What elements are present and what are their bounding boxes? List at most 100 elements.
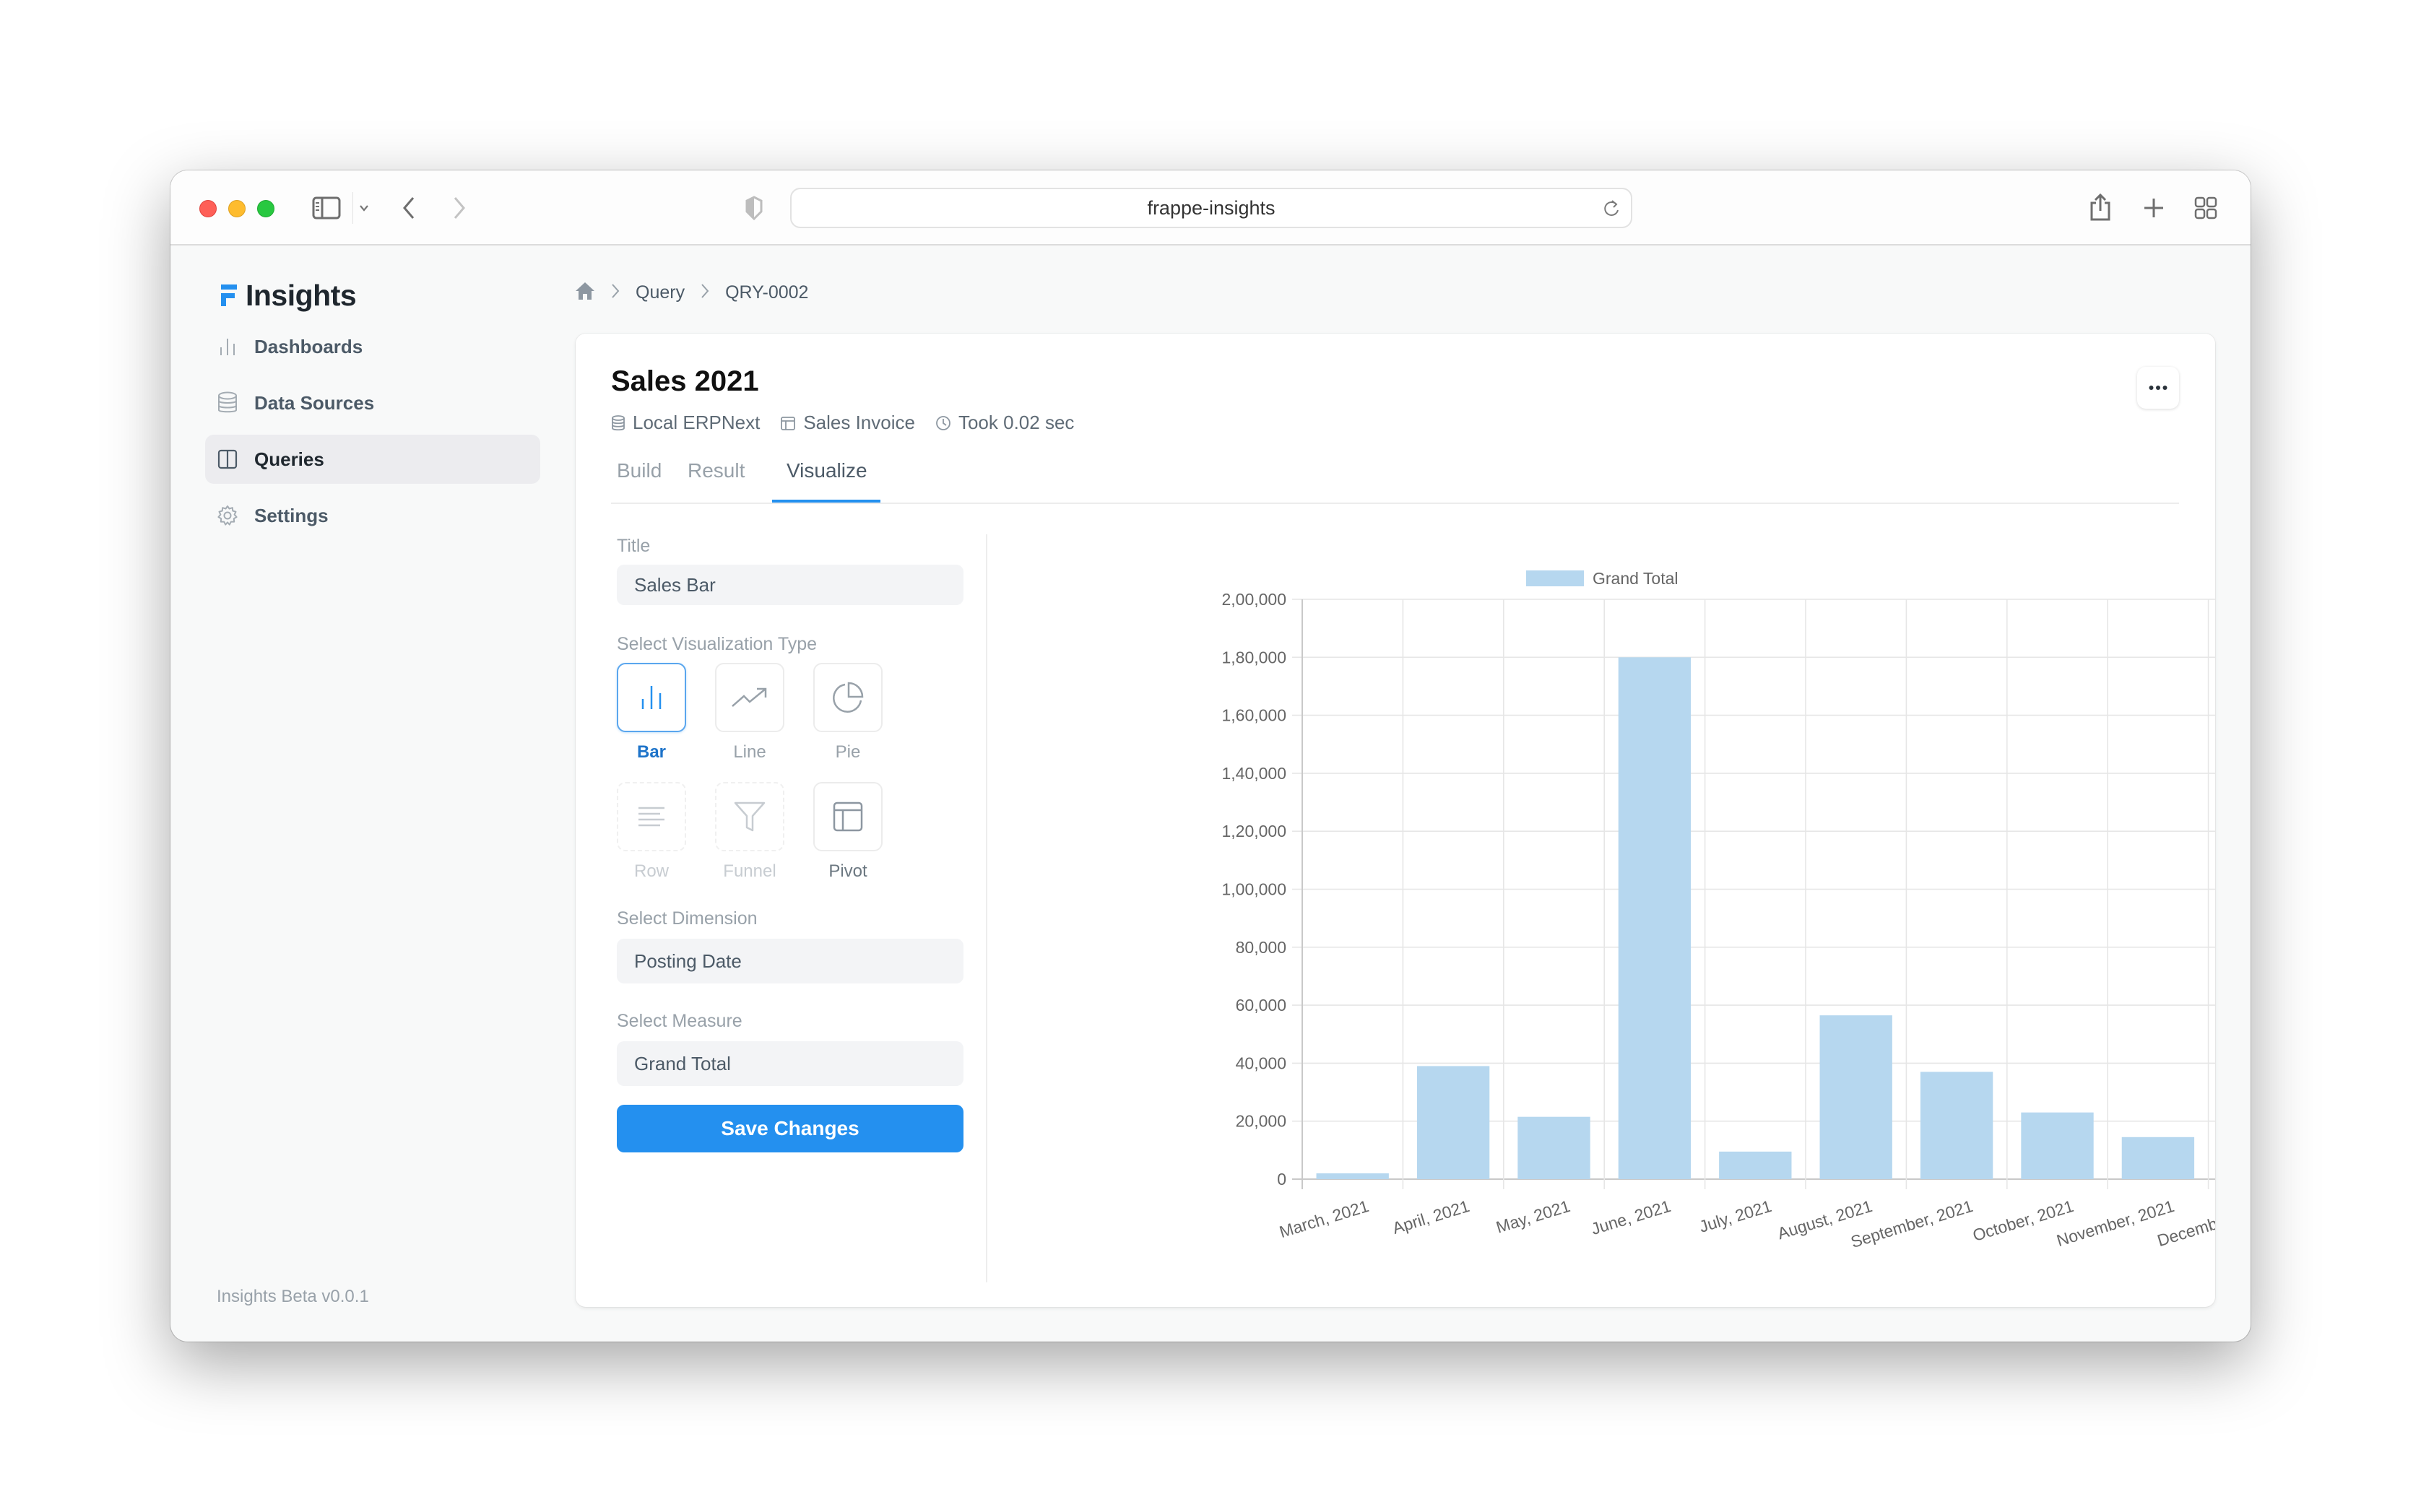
clock-icon	[936, 415, 950, 430]
viz-type-label-text: Bar	[636, 742, 667, 762]
active-tab-indicator	[772, 500, 880, 503]
bar-may-2021	[1517, 1116, 1590, 1179]
columns-icon	[215, 447, 240, 472]
url-text: frappe-insights	[1147, 196, 1276, 219]
tab-visualize[interactable]: Visualize	[787, 459, 867, 482]
pivot-table-icon	[833, 801, 863, 832]
app-logo[interactable]: Insights	[221, 279, 357, 313]
url-bar[interactable]: frappe-insights	[790, 188, 1632, 228]
execution-time-meta: Took 0.02 sec	[935, 412, 1074, 434]
new-tab-icon[interactable]	[2141, 195, 2167, 221]
legend-swatch	[1526, 570, 1584, 586]
trending-up-icon	[732, 687, 767, 707]
y-tick-label: 1,60,000	[1221, 706, 1286, 725]
frappe-logo-icon	[221, 284, 237, 306]
x-tick-label: October, 2021	[1970, 1196, 2076, 1245]
title-label: Title	[617, 536, 651, 556]
viz-type-label: Select Visualization Type	[617, 634, 818, 654]
maximize-window-button[interactable]	[257, 200, 274, 217]
sidebar: Insights Dashboards Data Sources Queries…	[170, 247, 546, 1342]
table-name: Sales Invoice	[803, 412, 915, 433]
x-tick-label: August, 2021	[1775, 1196, 1874, 1243]
execution-time: Took 0.02 sec	[958, 412, 1075, 433]
save-changes-button[interactable]: Save Changes	[617, 1105, 963, 1152]
y-tick-label: 1,80,000	[1221, 648, 1286, 666]
minimize-window-button[interactable]	[228, 200, 246, 217]
tab-overview-icon[interactable]	[2193, 195, 2219, 221]
bar-august-2021	[1819, 1015, 1892, 1179]
query-card: Sales 2021 Local ERPNext Sales Invoice T…	[576, 334, 2215, 1307]
privacy-shield-icon[interactable]	[742, 194, 766, 222]
app-name: Insights	[246, 279, 357, 312]
dimension-select[interactable]: Posting Date	[617, 939, 963, 983]
query-tabs: Build Result Visualize	[611, 449, 2179, 504]
reload-icon[interactable]	[1602, 198, 1621, 223]
x-tick-label: July, 2021	[1697, 1196, 1774, 1236]
sidebar-toggle-icon[interactable]	[312, 195, 341, 221]
viz-type-line[interactable]: Line	[715, 663, 784, 762]
viz-type-label-text: Row	[633, 861, 669, 881]
x-tick-label: June, 2021	[1589, 1196, 1673, 1238]
app-version: Insights Beta v0.0.1	[217, 1287, 369, 1306]
breadcrumb-query-id[interactable]: QRY-0002	[725, 282, 808, 303]
viz-type-pie[interactable]: Pie	[813, 663, 883, 762]
home-icon[interactable]	[575, 282, 595, 304]
database-icon	[612, 414, 625, 430]
y-tick-label: 0	[1277, 1170, 1286, 1189]
browser-window: frappe-insights Insights Dashboards Data…	[170, 170, 2251, 1342]
query-meta: Local ERPNext Sales Invoice Took 0.02 se…	[611, 412, 1084, 434]
viz-type-row[interactable]: Row	[617, 782, 686, 882]
y-tick-label: 20,000	[1236, 1112, 1286, 1131]
forward-icon[interactable]	[449, 195, 469, 221]
y-tick-label: 2,00,000	[1221, 590, 1286, 609]
bar-june-2021	[1618, 657, 1692, 1179]
sidebar-item-label: Data Sources	[254, 391, 375, 414]
data-source-meta: Local ERPNext	[611, 412, 760, 434]
y-tick-label: 1,20,000	[1221, 822, 1286, 840]
viz-type-funnel[interactable]: Funnel	[715, 782, 784, 882]
measure-select[interactable]: Grand Total	[617, 1041, 963, 1086]
x-tick-label: November, 2021	[2054, 1196, 2176, 1250]
sidebar-item-settings[interactable]: Settings	[205, 491, 540, 540]
viz-type-label-text: Funnel	[723, 861, 776, 881]
y-tick-label: 40,000	[1236, 1053, 1286, 1072]
title-input[interactable]: Sales Bar	[617, 565, 963, 605]
toolbar-separator	[352, 192, 353, 224]
y-tick-label: 1,00,000	[1221, 880, 1286, 899]
sidebar-item-dashboards[interactable]: Dashboards	[205, 322, 540, 371]
viz-type-label-text: Pie	[835, 742, 861, 762]
viz-type-bar[interactable]: Bar	[617, 663, 686, 762]
table-meta: Sales Invoice	[780, 412, 915, 434]
breadcrumb: Query QRY-0002	[575, 282, 808, 304]
sidebar-item-label: Settings	[254, 504, 329, 526]
bar-chart-icon	[215, 334, 240, 359]
legend-label: Grand Total	[1593, 569, 1678, 588]
more-options-button[interactable]	[2137, 367, 2179, 409]
tab-build[interactable]: Build	[617, 459, 662, 482]
gear-icon	[215, 503, 240, 528]
chevron-down-icon[interactable]	[355, 201, 373, 215]
share-icon[interactable]	[2086, 189, 2115, 225]
tab-result[interactable]: Result	[688, 459, 745, 482]
x-tick-label: March, 2021	[1277, 1196, 1371, 1241]
database-icon	[215, 391, 240, 415]
dimension-label: Select Dimension	[617, 908, 758, 929]
chevron-right-icon	[701, 283, 709, 303]
sidebar-item-data-sources[interactable]: Data Sources	[205, 378, 540, 427]
x-tick-label: December, 2021	[2155, 1196, 2215, 1250]
sidebar-item-label: Queries	[254, 448, 324, 470]
viz-type-label-text: Pivot	[828, 861, 867, 881]
bar-october-2021	[2021, 1112, 2094, 1179]
page-title: Sales 2021	[611, 365, 759, 397]
sidebar-item-queries[interactable]: Queries	[205, 435, 540, 484]
y-tick-label: 60,000	[1236, 996, 1286, 1014]
viz-type-pivot[interactable]: Pivot	[813, 782, 883, 882]
back-icon[interactable]	[399, 195, 419, 221]
pie-chart-icon	[833, 682, 864, 713]
more-horizontal-icon	[2149, 386, 2167, 390]
close-window-button[interactable]	[199, 200, 217, 217]
viz-type-label-text: Line	[733, 742, 766, 762]
x-tick-label: September, 2021	[1848, 1196, 1975, 1251]
breadcrumb-query[interactable]: Query	[636, 282, 685, 303]
panel-divider	[986, 534, 987, 1282]
